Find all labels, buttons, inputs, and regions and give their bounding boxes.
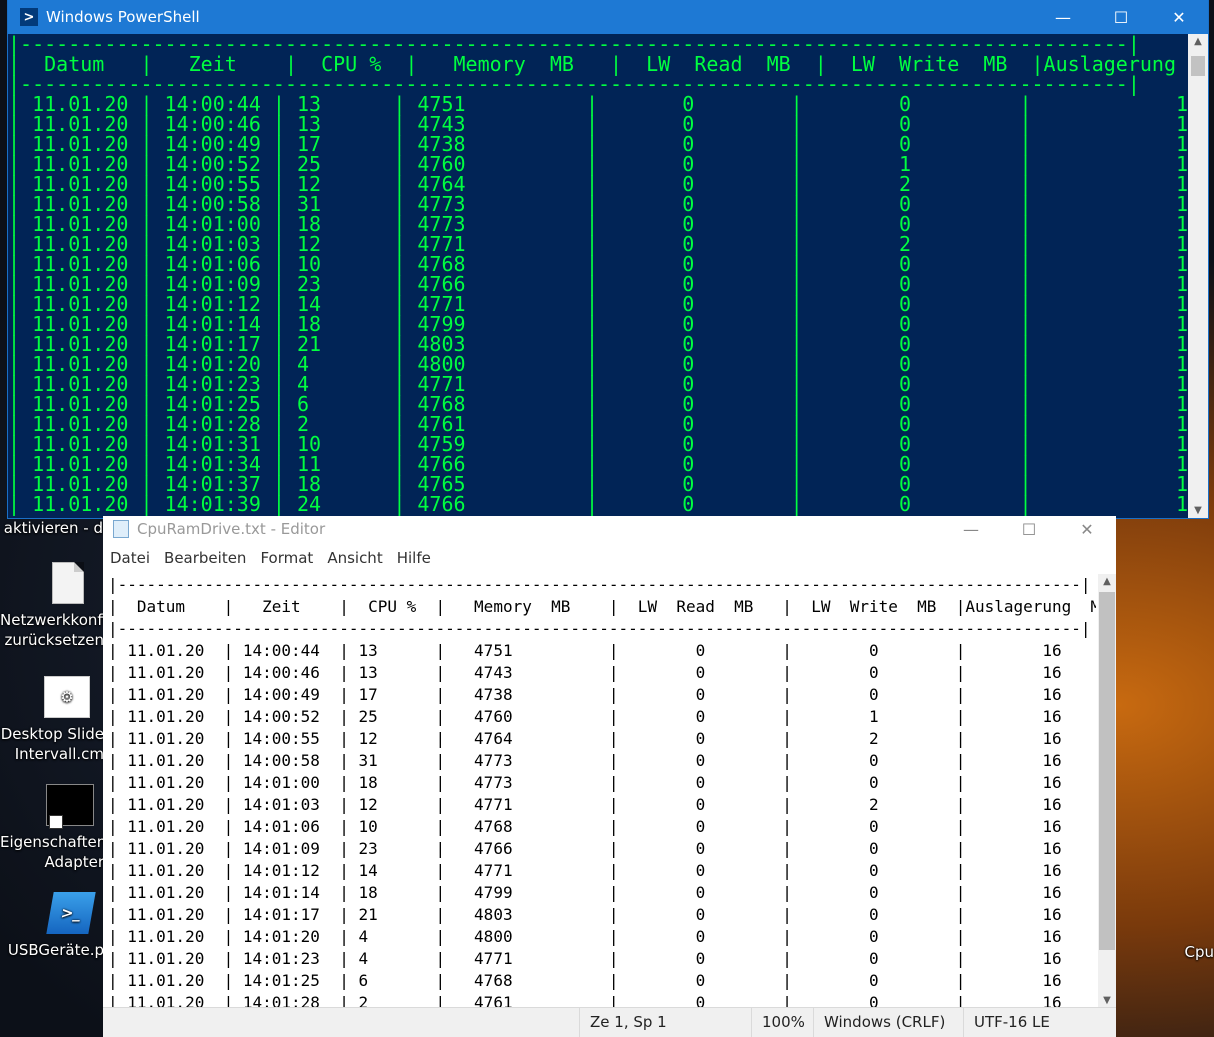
desktop-icon-netzwerk[interactable]: Netzwerkkonfig zurücksetzen: [0, 562, 117, 650]
menu-datei[interactable]: Datei: [110, 549, 150, 567]
notepad-icon: [113, 520, 129, 538]
window-title: CpuRamDrive.txt - Editor: [137, 520, 326, 538]
scroll-down-icon[interactable]: ▼: [1188, 505, 1208, 516]
menu-ansicht[interactable]: Ansicht: [327, 549, 382, 567]
powershell-icon: >: [20, 8, 38, 26]
close-button[interactable]: ✕: [1058, 516, 1116, 542]
menu-bar: Datei Bearbeiten Format Ansicht Hilfe: [103, 542, 1116, 574]
desktop-partial-label-right: Cpu: [1184, 943, 1214, 961]
desktop-icon-usb[interactable]: >_ USBGeräte.p: [0, 892, 104, 960]
cursor-position: Ze 1, Sp 1: [579, 1008, 754, 1037]
file-icon: [52, 562, 84, 604]
vertical-scrollbar[interactable]: ▲ ▼: [1188, 34, 1208, 518]
maximize-button[interactable]: ☐: [1092, 0, 1150, 34]
document-text: |---------------------------------------…: [108, 575, 1096, 1008]
scroll-up-icon[interactable]: ▲: [1188, 36, 1208, 47]
window-title: Windows PowerShell: [46, 8, 200, 26]
desktop-icon-slide[interactable]: ⚙ Desktop Slide Intervall.cm: [0, 676, 104, 764]
encoding: UTF-16 LE: [963, 1008, 1114, 1037]
vertical-scrollbar[interactable]: ▲ ▼: [1098, 574, 1116, 1008]
console-output[interactable]: |---------------------------------------…: [8, 34, 1188, 518]
minimize-icon: —: [963, 519, 979, 539]
scroll-up-icon[interactable]: ▲: [1098, 576, 1116, 587]
status-bar: Ze 1, Sp 1 100% Windows (CRLF) UTF-16 LE: [103, 1007, 1116, 1037]
minimize-icon: —: [1055, 7, 1071, 27]
scroll-down-icon[interactable]: ▼: [1098, 995, 1116, 1006]
terminal-shortcut-icon: [46, 784, 94, 829]
minimize-button[interactable]: —: [942, 516, 1000, 542]
desktop-icon-label: USBGeräte.p: [7, 941, 104, 959]
close-button[interactable]: ✕: [1150, 0, 1208, 34]
text-area[interactable]: |---------------------------------------…: [108, 574, 1096, 1008]
gear-icon: ⚙: [44, 676, 90, 718]
menu-hilfe[interactable]: Hilfe: [397, 549, 431, 567]
desktop-icon-adapter[interactable]: Eigenschaften Adapter: [0, 784, 107, 872]
powershell-window[interactable]: > Windows PowerShell — ☐ ✕ |------------…: [8, 0, 1208, 518]
line-ending: Windows (CRLF): [813, 1008, 964, 1037]
maximize-icon: ☐: [1021, 519, 1037, 539]
scrollbar-thumb[interactable]: [1099, 592, 1115, 950]
close-icon: ✕: [1080, 519, 1094, 539]
console-text: |---------------------------------------…: [8, 34, 1188, 516]
desktop-icon-label: Eigenschaften Adapter: [0, 833, 107, 871]
desktop-icon-label: Netzwerkkonfig zurücksetzen: [0, 611, 117, 649]
zoom-level: 100%: [751, 1008, 814, 1037]
scrollbar-thumb[interactable]: [1191, 56, 1205, 76]
powershell-titlebar[interactable]: > Windows PowerShell — ☐ ✕: [8, 0, 1208, 34]
menu-bearbeiten[interactable]: Bearbeiten: [164, 549, 246, 567]
editor-titlebar[interactable]: CpuRamDrive.txt - Editor — ☐ ✕: [103, 516, 1116, 542]
minimize-button[interactable]: —: [1034, 0, 1092, 34]
desktop-partial-label: aktivieren - d: [3, 519, 103, 537]
powershell-script-icon: >_: [46, 892, 96, 934]
menu-format[interactable]: Format: [260, 549, 313, 567]
close-icon: ✕: [1172, 7, 1186, 27]
editor-window[interactable]: CpuRamDrive.txt - Editor — ☐ ✕ Datei Bea…: [103, 516, 1116, 1037]
maximize-icon: ☐: [1113, 7, 1129, 27]
desktop-icon-label: Desktop Slide Intervall.cm: [0, 725, 104, 763]
maximize-button[interactable]: ☐: [1000, 516, 1058, 542]
